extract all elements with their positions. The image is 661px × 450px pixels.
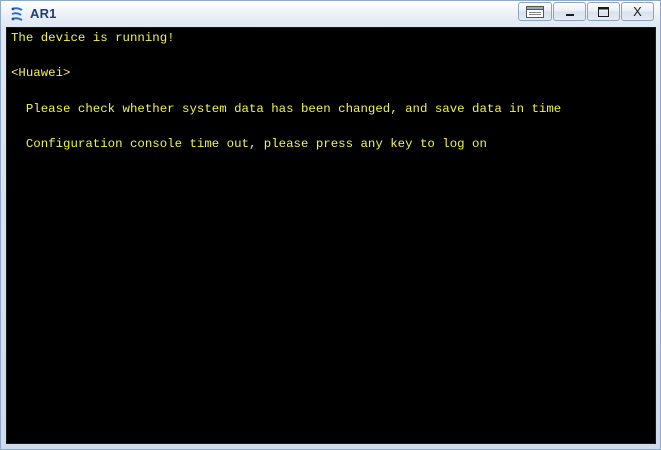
maximize-icon: [598, 6, 609, 17]
close-button[interactable]: X: [621, 2, 654, 21]
console-line: Configuration console time out, please p…: [11, 137, 487, 152]
minimize-button[interactable]: [553, 2, 586, 21]
terminal-output: The device is running! <Huawei> Please ch…: [7, 28, 655, 154]
console-window: AR1 X The device is running! <Huawei> Pl…: [0, 0, 661, 450]
console-line: Please check whether system data has bee…: [11, 101, 562, 116]
terminal-console[interactable]: The device is running! <Huawei> Please ch…: [6, 27, 656, 444]
minimize-icon: [565, 7, 575, 17]
maximize-button[interactable]: [587, 2, 620, 21]
restore-button[interactable]: [518, 2, 552, 21]
console-line: The device is running!: [11, 31, 175, 45]
app-icon: [9, 6, 25, 22]
window-controls: X: [518, 2, 654, 22]
window-title: AR1: [30, 6, 57, 21]
console-line: <Huawei>: [11, 66, 71, 81]
close-icon: X: [633, 4, 642, 19]
window-restore-icon: [526, 5, 544, 18]
title-bar[interactable]: AR1 X: [1, 1, 660, 27]
